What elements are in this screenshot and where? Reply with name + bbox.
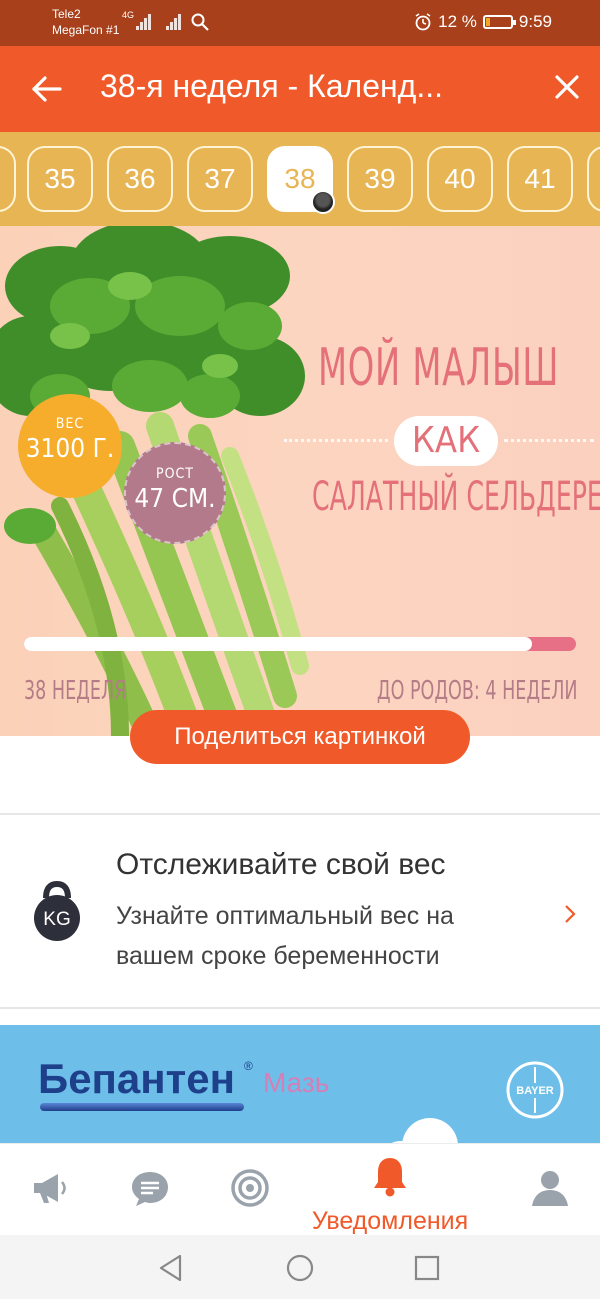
ad-product-type: Мазь bbox=[263, 1067, 330, 1098]
status-right: 12 % 9:59 bbox=[414, 12, 552, 32]
headline-line-1: МОЙ МАЛЫШ bbox=[318, 338, 560, 398]
divider bbox=[0, 1007, 600, 1009]
dotted-line-left bbox=[284, 439, 388, 442]
recents-square-icon[interactable] bbox=[412, 1253, 442, 1283]
weeks-remaining-label: ДО РОДОВ: 4 НЕДЕЛИ bbox=[377, 676, 578, 706]
home-circle-icon[interactable] bbox=[285, 1253, 315, 1283]
battery-icon bbox=[482, 15, 516, 29]
back-arrow-icon[interactable] bbox=[30, 72, 64, 106]
clock: 9:59 bbox=[518, 12, 552, 31]
pregnancy-progress-bar bbox=[24, 637, 576, 651]
battery-percent: 12 % bbox=[438, 12, 477, 31]
nav-notifications[interactable]: Уведомления bbox=[312, 1154, 496, 1236]
bell-icon bbox=[374, 1158, 406, 1197]
page-title: 38-я неделя - Календ... bbox=[100, 68, 443, 104]
carrier-info: Tele2 MegaFon #1 bbox=[52, 6, 119, 38]
week-partial-left[interactable] bbox=[0, 146, 16, 212]
back-triangle-icon[interactable] bbox=[156, 1253, 186, 1283]
share-image-button[interactable]: Поделиться картинкой bbox=[130, 710, 470, 764]
pregnancy-progress-fill bbox=[24, 637, 532, 651]
ad-registered-mark: ® bbox=[244, 1059, 253, 1073]
target-icon[interactable] bbox=[228, 1166, 272, 1210]
profile-icon[interactable] bbox=[528, 1166, 572, 1210]
week-selector: 35 36 37 38 39 40 41 bbox=[0, 132, 600, 226]
height-badge: РОСТ 47 СМ. bbox=[124, 442, 226, 544]
bottom-navigation: Уведомления bbox=[0, 1143, 600, 1235]
kettlebell-kg-icon: KG bbox=[34, 880, 80, 941]
week-41[interactable]: 41 bbox=[507, 146, 573, 212]
carrier-1: Tele2 bbox=[52, 7, 81, 21]
chat-icon[interactable] bbox=[128, 1166, 172, 1210]
megaphone-icon[interactable] bbox=[28, 1166, 72, 1210]
week-37[interactable]: 37 bbox=[187, 146, 253, 212]
week-38-label: 38 bbox=[284, 163, 316, 194]
kg-icon-label: KG bbox=[43, 909, 70, 930]
search-icon bbox=[191, 13, 209, 31]
ad-banner[interactable]: Бепантен ® Мазь BAYER bbox=[0, 1025, 600, 1145]
close-icon[interactable] bbox=[552, 72, 582, 102]
height-value: 47 СМ. bbox=[134, 484, 216, 514]
cloud-decoration bbox=[388, 1118, 463, 1145]
week-banner-image: ВЕС 3100 Г. РОСТ 47 СМ. МОЙ МАЛЫШ КАК СА… bbox=[0, 226, 600, 736]
week-40[interactable]: 40 bbox=[427, 146, 493, 212]
nav-notifications-label: Уведомления bbox=[311, 1207, 469, 1235]
network-type: 4G bbox=[122, 10, 135, 20]
headline-kak: КАК bbox=[394, 416, 498, 466]
dotted-line-right bbox=[504, 439, 594, 442]
week-35[interactable]: 35 bbox=[27, 146, 93, 212]
weight-label: ВЕС bbox=[55, 416, 85, 432]
system-navigation-bar bbox=[0, 1235, 600, 1299]
weight-card-subtitle: Узнайте оптимальный вес на вашем сроке б… bbox=[116, 902, 454, 970]
week-39[interactable]: 39 bbox=[347, 146, 413, 212]
ad-brand-name: Бепантен bbox=[38, 1055, 235, 1102]
week-38-selected[interactable]: 38 bbox=[267, 146, 335, 214]
carrier-2: MegaFon #1 bbox=[52, 23, 120, 37]
bayer-logo: BAYER bbox=[506, 1061, 564, 1119]
week-partial-right[interactable] bbox=[587, 146, 600, 212]
ad-brand-underline bbox=[40, 1103, 244, 1111]
avatar bbox=[311, 190, 335, 214]
headline-line-2: САЛАТНЫЙ СЕЛЬДЕРЕЙ bbox=[312, 474, 600, 520]
chevron-right-icon bbox=[565, 905, 576, 923]
weight-card-title: Отслеживайте свой вес bbox=[116, 848, 446, 881]
app-bar: 38-я неделя - Календ... bbox=[0, 46, 600, 132]
weight-value: 3100 Г. bbox=[25, 434, 115, 464]
bayer-logo-text: BAYER bbox=[516, 1085, 554, 1097]
alarm-icon bbox=[415, 13, 431, 31]
height-label: РОСТ bbox=[156, 466, 194, 482]
week-36[interactable]: 36 bbox=[107, 146, 173, 212]
status-bar: Tele2 MegaFon #1 4G 12 % 9:59 bbox=[0, 0, 600, 46]
current-week-label: 38 НЕДЕЛЯ bbox=[24, 676, 127, 706]
weight-badge: ВЕС 3100 Г. bbox=[18, 394, 122, 498]
